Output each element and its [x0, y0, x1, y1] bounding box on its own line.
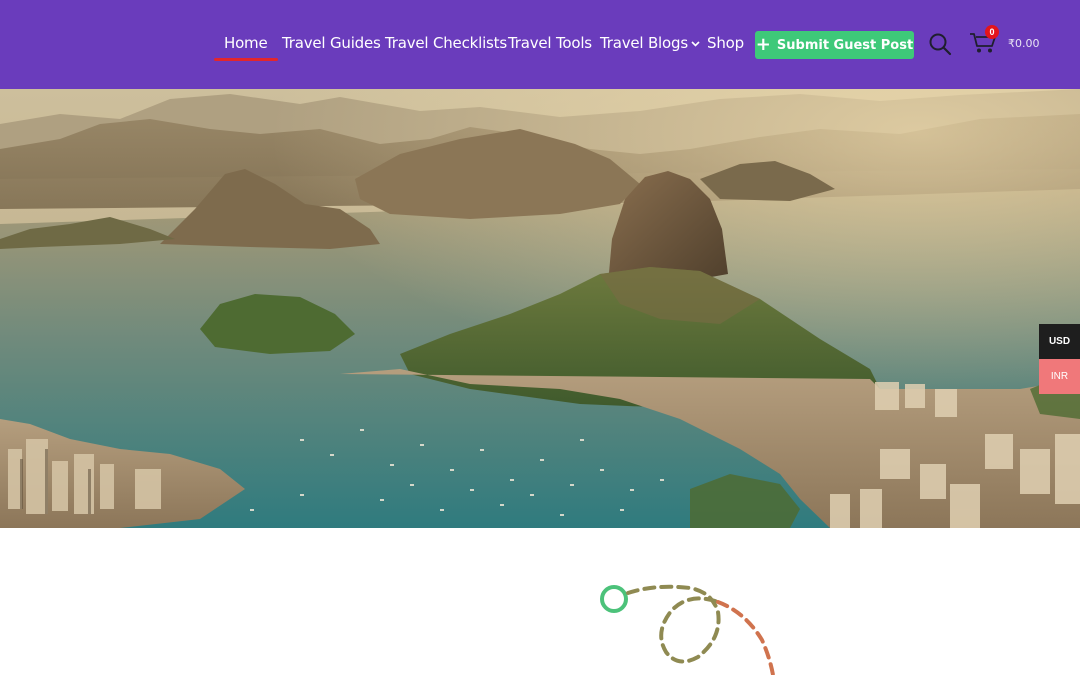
site-header: Home Travel Guides Travel Checklists Tra… [0, 0, 1080, 89]
cart-total[interactable]: ₹0.00 [1008, 37, 1040, 50]
nav-item-shop[interactable]: Shop [707, 34, 744, 52]
dashed-flight-path-decoration [600, 584, 775, 675]
chevron-down-icon [691, 41, 700, 47]
cart-count-badge: 0 [985, 25, 999, 39]
nav-item-travel-checklists[interactable]: Travel Checklists [385, 34, 507, 52]
hero-image [0, 89, 1080, 528]
nav-item-travel-blogs[interactable]: Travel Blogs [600, 34, 700, 52]
search-icon[interactable] [928, 32, 952, 56]
nav-item-travel-guides[interactable]: Travel Guides [282, 34, 381, 52]
nav-item-travel-tools[interactable]: Travel Tools [508, 34, 592, 52]
submit-guest-post-label: Submit Guest Post [776, 37, 914, 53]
nav-item-travel-blogs-label: Travel Blogs [600, 34, 688, 52]
currency-usd[interactable]: USD [1039, 324, 1080, 359]
nav-item-home[interactable]: Home [214, 34, 277, 61]
plus-icon: + [755, 34, 771, 55]
submit-guest-post-button[interactable]: + Submit Guest Post [755, 31, 914, 59]
currency-inr[interactable]: INR [1039, 359, 1080, 394]
hero-landscape [0, 89, 1080, 528]
